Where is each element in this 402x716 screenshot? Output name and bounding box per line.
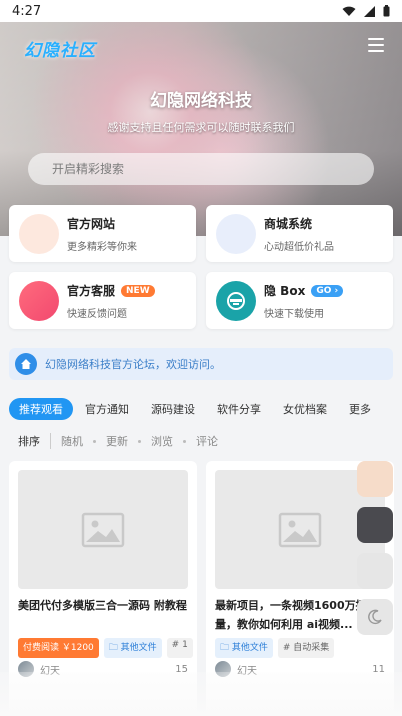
tab-software[interactable]: 软件分享 [207, 398, 271, 420]
category-tabs: 推荐观看 官方通知 源码建设 软件分享 女优档案 更多 [9, 398, 402, 420]
folder-icon: 🗀 [108, 643, 118, 653]
wifi-icon [342, 6, 356, 16]
menu-icon[interactable] [368, 38, 384, 52]
folder-icon: 🗀 [220, 643, 230, 653]
status-bar: 4:27 [0, 0, 402, 22]
search-input[interactable] [50, 161, 334, 177]
category-tag[interactable]: 🗀 其他文件 [103, 638, 162, 658]
notice-text: 幻隐网络科技官方论坛，欢迎访问。 [45, 358, 221, 371]
signal-icon [364, 5, 375, 17]
sort-label: 排序 [18, 433, 51, 449]
tab-source-code[interactable]: 源码建设 [141, 398, 205, 420]
dark-swatch-button[interactable] [357, 507, 393, 543]
quick-link-title-row: 官方客服 NEW [67, 282, 155, 299]
post-title[interactable]: 美团代付多模版三合一源码 附教程 [18, 596, 190, 615]
cart-icon [216, 214, 256, 254]
moon-icon [368, 609, 382, 625]
quick-link-desc: 快速下载使用 [264, 309, 324, 320]
quick-link-official-site[interactable]: 官方网站 更多精彩等你来 [9, 205, 196, 262]
pay-tag[interactable]: 付费阅读 ￥1200 [18, 638, 99, 658]
site-title: 幻隐网络科技 [150, 91, 252, 111]
site-logo[interactable]: 幻隐社区 [24, 36, 96, 61]
quick-link-title: 隐 Box [264, 284, 306, 298]
dark-mode-button[interactable] [357, 599, 393, 635]
category-tag-label: 其他文件 [120, 643, 157, 653]
quick-link-title: 商城系统 [264, 217, 313, 231]
category-tag-label: 其他文件 [231, 643, 268, 653]
blank-float-button[interactable] [357, 553, 393, 589]
quick-link-title: 官方网站 [67, 217, 116, 231]
go-badge-text: GO [316, 285, 332, 296]
status-time: 4:27 [12, 3, 42, 19]
theme-swatch-button[interactable] [357, 461, 393, 497]
sort-random[interactable]: 随机 [61, 433, 83, 449]
sort-separator [183, 439, 186, 443]
sort-bar: 排序 随机 更新 浏览 评论 [18, 433, 218, 449]
home-icon [15, 353, 37, 375]
quick-link-desc: 心动超低价礼品 [264, 242, 334, 253]
quick-link-support[interactable]: 官方客服 NEW 快速反馈问题 [9, 272, 196, 329]
tab-recommended[interactable]: 推荐观看 [9, 398, 73, 420]
topic-tag[interactable]: # 1 [166, 638, 193, 658]
category-tag[interactable]: 🗀 其他文件 [215, 638, 273, 658]
headset-icon [19, 281, 59, 321]
quick-link-box[interactable]: 隐 Box GO › 快速下载使用 [206, 272, 393, 329]
post-tags: 付费阅读 ￥1200 🗀 其他文件 # 1 [18, 638, 193, 658]
globe-icon [19, 214, 59, 254]
sort-separator [138, 439, 141, 443]
hero-banner: 幻隐社区 幻隐网络科技 感谢支持且任何需求可以随时联系我们 [0, 22, 402, 236]
quick-link-title: 官方客服 [67, 284, 116, 298]
quick-link-title-row: 隐 Box GO › [264, 282, 344, 299]
post-tags: 🗀 其他文件 # 自动采集 [215, 638, 335, 658]
image-placeholder-icon [18, 470, 188, 589]
quick-link-desc: 更多精彩等你来 [67, 242, 137, 253]
sort-comments[interactable]: 评论 [196, 433, 218, 449]
new-badge: NEW [121, 284, 155, 297]
tab-archive[interactable]: 女优档案 [273, 398, 337, 420]
search-bar[interactable] [28, 153, 374, 185]
quick-link-desc: 快速反馈问题 [67, 309, 127, 320]
sort-updated[interactable]: 更新 [106, 433, 128, 449]
bottom-fade [0, 672, 402, 716]
status-icons [342, 5, 390, 17]
quick-link-mall[interactable]: 商城系统 心动超低价礼品 [206, 205, 393, 262]
site-subtitle: 感谢支持且任何需求可以随时联系我们 [107, 121, 295, 134]
go-badge: GO › [311, 284, 344, 297]
sort-views[interactable]: 浏览 [151, 433, 173, 449]
notice-bar[interactable]: 幻隐网络科技官方论坛，欢迎访问。 [9, 348, 393, 380]
sort-separator [93, 439, 96, 443]
box-icon [216, 281, 256, 321]
tab-announcements[interactable]: 官方通知 [75, 398, 139, 420]
topic-tag[interactable]: # 自动采集 [277, 638, 335, 658]
battery-icon [383, 5, 390, 17]
tab-more[interactable]: 更多 [339, 398, 381, 420]
floating-toolbar [357, 461, 393, 645]
